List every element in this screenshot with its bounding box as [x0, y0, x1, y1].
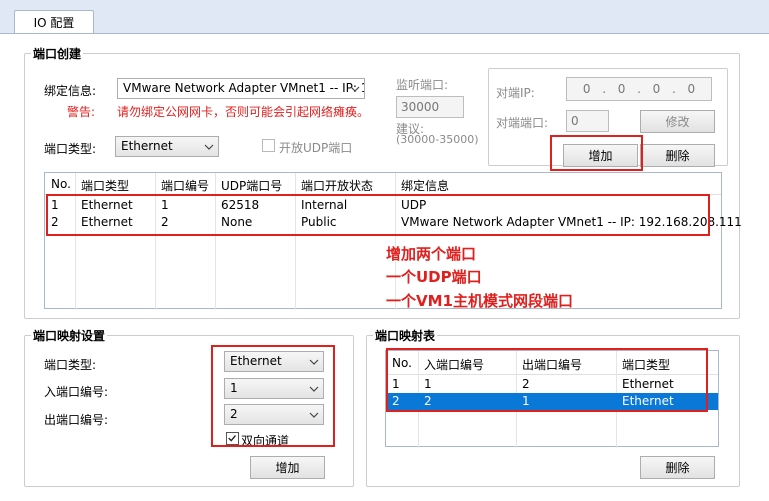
map-type-label: 端口类型: [44, 358, 97, 372]
peer-ip-octet: 0 [582, 82, 591, 96]
listen-port-label: 监听端口: [396, 78, 449, 92]
bind-info-label: 绑定信息: [44, 84, 97, 98]
peer-ip-octet: 0 [652, 82, 661, 96]
peer-port-label: 对端端口: [496, 116, 549, 130]
chevron-down-icon [350, 86, 360, 92]
add-mapping-button[interactable]: 增加 [250, 456, 325, 479]
add-button-highlight [550, 135, 643, 171]
suggest-range: (30000-35000) [396, 133, 479, 146]
port-map-settings-title: 端口映射设置 [31, 327, 108, 344]
peer-ip-octet: 0 [617, 82, 626, 96]
port-table-col-header: 端口开放状态 [301, 179, 374, 193]
out-port-label: 出端口编号: [44, 413, 109, 427]
modify-button[interactable]: 修改 [640, 110, 715, 133]
warning-text: 请勿绑定公网网卡，否则可能会引起网络瘫痪。 [117, 105, 370, 119]
bind-info-select[interactable]: VMware Network Adapter VMnet1 -- IP: 192… [117, 78, 365, 99]
port-table: No. 端口类型 端口编号 UDP端口号 端口开放状态 绑定信息 1 Ether… [44, 172, 742, 310]
peer-port-input[interactable]: 0 [566, 110, 609, 132]
delete-port-button-label: 删除 [665, 149, 690, 163]
peer-port-value: 0 [571, 114, 579, 128]
add-mapping-button-label: 增加 [275, 461, 300, 475]
delete-port-button[interactable]: 删除 [640, 144, 715, 167]
port-table-col-header: No. [51, 177, 71, 191]
ip-dot: . [602, 82, 607, 96]
port-type-value: Ethernet [121, 139, 173, 153]
map-settings-highlight [211, 345, 335, 447]
listen-port-value: 30000 [401, 100, 440, 114]
warning-label: 警告: [67, 105, 96, 119]
port-rows-highlight [46, 194, 710, 236]
tab-label: IO 配置 [33, 16, 75, 30]
bind-info-value: VMware Network Adapter VMnet1 -- IP: 192… [123, 81, 364, 95]
port-table-col-header: UDP端口号 [221, 179, 283, 193]
tab-io-config[interactable]: IO 配置 [14, 10, 94, 34]
port-type-label: 端口类型: [44, 142, 97, 156]
annotation-line: 一个VM1主机模式网段端口 [386, 292, 573, 310]
port-map-table-title: 端口映射表 [373, 327, 438, 344]
peer-ip-octet: 0 [687, 82, 696, 96]
annotation-line: 一个UDP端口 [386, 268, 482, 286]
annotation-line: 增加两个端口 [386, 245, 477, 263]
port-table-col-header: 端口类型 [81, 179, 130, 193]
port-create-title: 端口创建 [31, 45, 84, 62]
delete-mapping-button[interactable]: 删除 [640, 456, 715, 479]
peer-ip-input[interactable]: 0 . 0 . 0 . 0 [566, 77, 712, 101]
listen-port-input[interactable]: 30000 [396, 96, 464, 118]
port-table-col-header: 绑定信息 [401, 179, 450, 193]
port-type-select[interactable]: Ethernet [115, 136, 219, 157]
modify-button-label: 修改 [665, 115, 690, 129]
chevron-down-icon [204, 144, 214, 150]
port-table-header: No. 端口类型 端口编号 UDP端口号 端口开放状态 绑定信息 [45, 173, 721, 195]
open-udp-label: 开放UDP端口 [279, 141, 353, 155]
open-udp-checkbox[interactable] [262, 139, 275, 152]
in-port-label: 入端口编号: [44, 385, 109, 399]
mapping-table-highlight [386, 348, 708, 412]
port-table-col-header: 端口编号 [161, 179, 210, 193]
ip-dot: . [671, 82, 676, 96]
peer-ip-label: 对端IP: [496, 86, 535, 100]
ip-dot: . [637, 82, 641, 96]
delete-mapping-button-label: 删除 [665, 461, 690, 475]
